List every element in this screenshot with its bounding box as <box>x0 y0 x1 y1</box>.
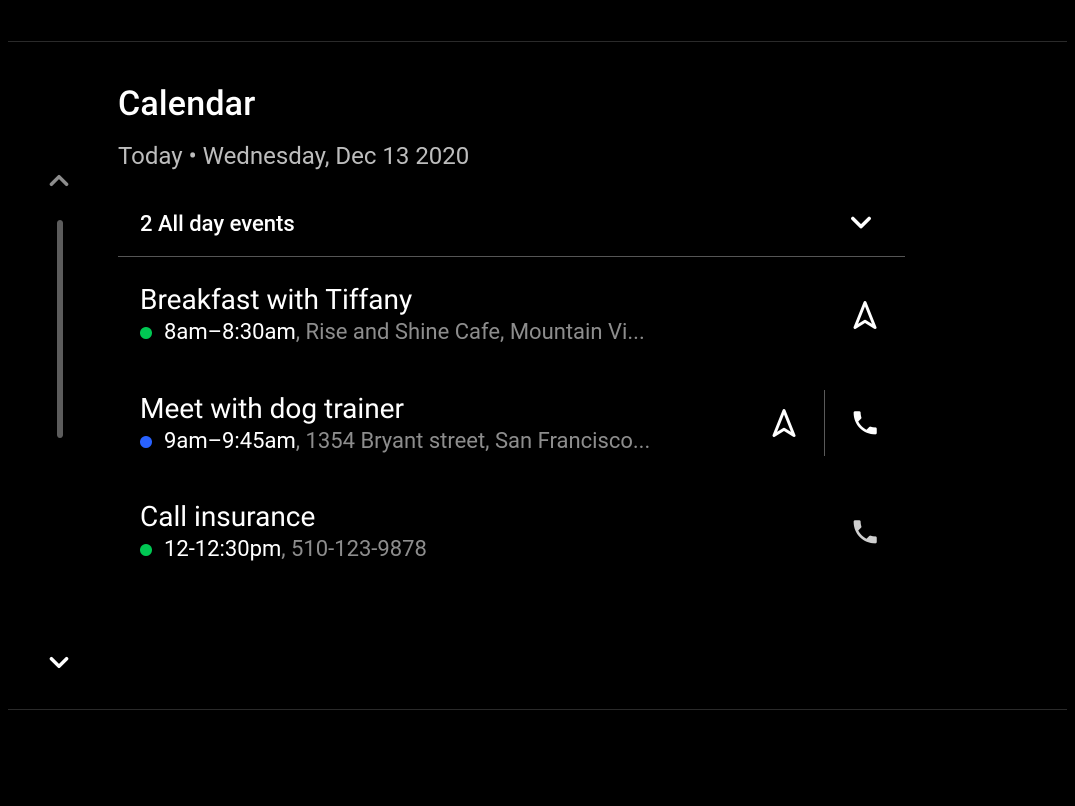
events-list: Breakfast with Tiffany 8am–8:30am, Rise … <box>118 261 905 585</box>
event-time: 9am–9:45am <box>164 429 296 455</box>
allday-events-toggle[interactable]: 2 All day events <box>118 196 905 257</box>
event-row[interactable]: Call insurance 12-12:30pm, 510-123-9878 <box>118 478 905 585</box>
bottom-divider <box>8 709 1067 710</box>
date-prefix: Today <box>118 142 183 170</box>
navigation-icon <box>769 408 799 438</box>
scroll-gutter <box>0 42 112 709</box>
navigation-icon <box>850 300 880 330</box>
calendar-dot-icon <box>140 544 152 556</box>
navigate-button[interactable] <box>825 285 905 345</box>
navigate-button[interactable] <box>744 393 824 453</box>
event-time: 8am–8:30am <box>164 320 296 346</box>
event-row[interactable]: Breakfast with Tiffany 8am–8:30am, Rise … <box>118 261 905 368</box>
event-title: Breakfast with Tiffany <box>140 283 825 316</box>
event-detail: , Rise and Shine Cafe, Mountain Vi... <box>296 320 645 346</box>
event-time: 12-12:30pm <box>164 537 281 563</box>
date-subtitle: Today • Wednesday, Dec 13 2020 <box>118 142 905 170</box>
calendar-dot-icon <box>140 327 152 339</box>
event-row[interactable]: Meet with dog trainer 9am–9:45am, 1354 B… <box>118 368 905 478</box>
call-button[interactable] <box>825 393 905 453</box>
phone-icon <box>850 408 880 438</box>
event-title: Call insurance <box>140 500 825 533</box>
page-title: Calendar <box>118 84 905 124</box>
event-detail: , 510-123-9878 <box>281 537 427 563</box>
scroll-up-button[interactable] <box>46 168 72 198</box>
date-separator: • <box>183 142 203 170</box>
call-button[interactable] <box>825 502 905 562</box>
event-title: Meet with dog trainer <box>140 392 744 425</box>
calendar-dot-icon <box>140 436 152 448</box>
chevron-down-icon <box>847 208 901 240</box>
scrollbar-thumb[interactable] <box>57 220 63 438</box>
scroll-down-button[interactable] <box>46 649 72 679</box>
date-full: Wednesday, Dec 13 2020 <box>203 142 470 170</box>
phone-icon <box>850 517 880 547</box>
allday-label: 2 All day events <box>140 212 847 237</box>
event-detail: , 1354 Bryant street, San Francisco... <box>296 429 651 455</box>
